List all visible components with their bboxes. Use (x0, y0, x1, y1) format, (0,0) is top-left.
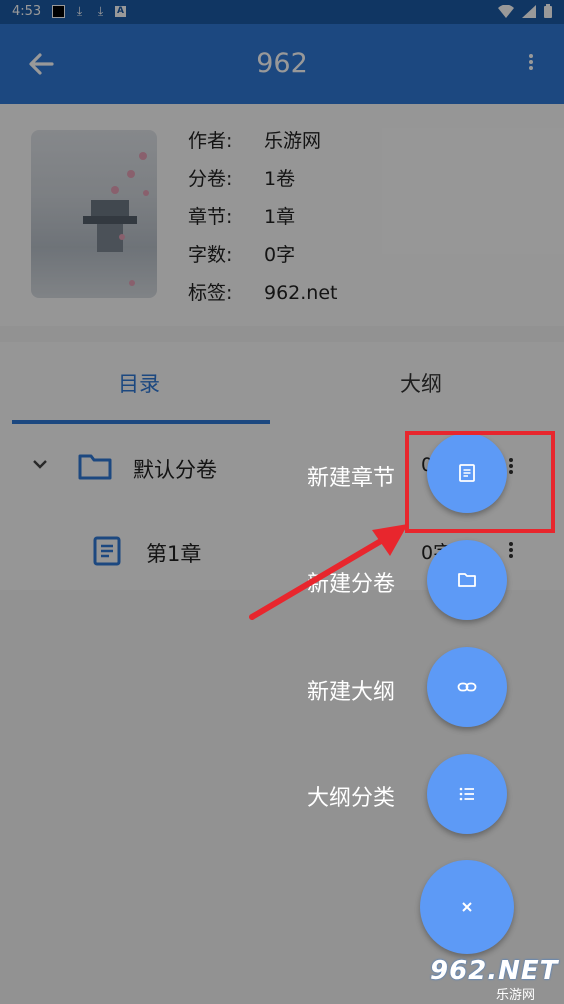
close-icon (462, 902, 472, 912)
close-fab-button[interactable] (420, 860, 514, 954)
folder-icon (458, 573, 476, 587)
watermark-logo: 962.NET 乐游网 (430, 956, 559, 1003)
outline-category-label[interactable]: 大纲分类 (307, 780, 395, 812)
new-volume-button[interactable] (427, 540, 507, 620)
new-outline-button[interactable] (427, 647, 507, 727)
outline-category-button[interactable] (427, 754, 507, 834)
new-outline-label[interactable]: 新建大纲 (307, 674, 395, 706)
list-icon (459, 787, 474, 801)
link-icon (457, 682, 477, 692)
highlight-box (405, 431, 555, 533)
new-volume-label[interactable]: 新建分卷 (307, 566, 395, 598)
new-chapter-label[interactable]: 新建章节 (307, 460, 395, 492)
